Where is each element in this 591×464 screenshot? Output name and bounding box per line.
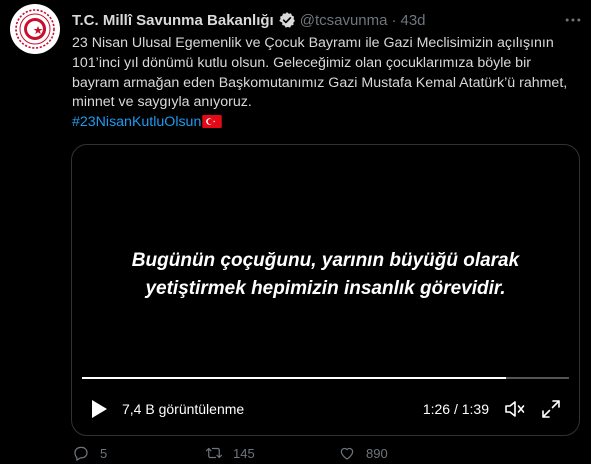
avatar[interactable] (10, 4, 60, 54)
like-icon (340, 447, 354, 460)
reply-count: 5 (100, 445, 108, 461)
video-caption: Bugünün çoçuğunu, yarının büyüğü olarak … (72, 247, 579, 303)
volume-icon (505, 401, 525, 417)
like-count: 890 (366, 445, 388, 461)
caption-line-2: yetiştirmek hepimizin insanlık görevidir… (145, 278, 506, 299)
reply-button[interactable]: 5 (72, 444, 205, 462)
tweet-body: 23 Nisan Ulusal Egemenlik ve Çocuk Bayra… (72, 35, 572, 111)
reply-icon (74, 446, 88, 461)
author-handle[interactable]: @tcsavunma (300, 12, 388, 29)
video-timecode: 1:26 / 1:39 (422, 401, 489, 417)
video-player[interactable]: Bugünün çoçuğunu, yarının büyüğü olarak … (71, 144, 580, 436)
retweet-button[interactable]: 145 (205, 444, 338, 462)
play-button[interactable] (90, 399, 108, 419)
like-button[interactable]: 890 (338, 444, 471, 462)
retweet-icon (205, 447, 223, 459)
caption-line-1: Bugünün çoçuğunu, yarının büyüğü olarak (131, 250, 520, 271)
play-icon (92, 400, 107, 418)
tweet-header: T.C. Millî Savunma Bakanlığı @tcsavunma … (72, 10, 572, 30)
timestamp[interactable]: 43d (400, 12, 425, 29)
ministry-logo-icon (15, 9, 55, 49)
verified-badge-icon (278, 11, 296, 29)
tweet-actions: 5 145 890 (72, 442, 572, 464)
author-name[interactable]: T.C. Millî Savunma Bakanlığı (72, 12, 274, 29)
retweet-count: 145 (233, 445, 255, 461)
turkish-flag-icon (202, 115, 223, 129)
volume-button[interactable] (503, 397, 527, 421)
video-progress-bar[interactable] (82, 377, 569, 379)
fullscreen-icon (542, 400, 560, 418)
tweet-text: 23 Nisan Ulusal Egemenlik ve Çocuk Bayra… (72, 34, 582, 133)
separator-dot: · (391, 11, 397, 29)
hashtag-link[interactable]: #23NisanKutluOlsun (72, 114, 201, 130)
more-button[interactable] (561, 8, 585, 32)
fullscreen-button[interactable] (541, 399, 561, 419)
more-icon (565, 18, 581, 22)
view-count: 7,4 B görüntülenme (122, 401, 245, 417)
video-progress-fill (82, 377, 506, 379)
